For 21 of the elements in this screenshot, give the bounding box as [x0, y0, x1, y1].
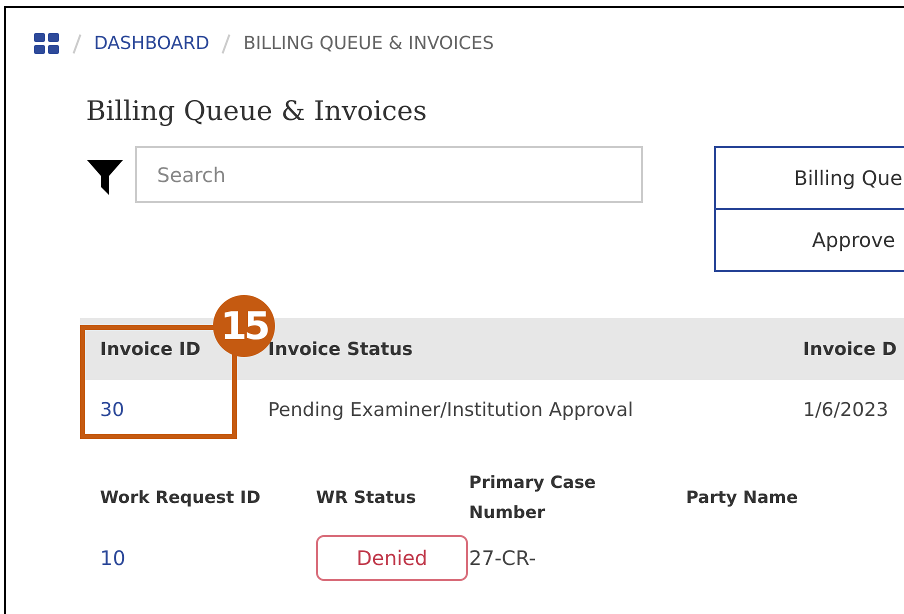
column-header: Invoice D: [803, 338, 897, 360]
column-header: Invoice Status: [268, 338, 413, 360]
column-header: WR Status: [316, 487, 417, 510]
column-header: Invoice ID: [100, 338, 201, 360]
column-header: Party Name: [686, 487, 799, 510]
table-cell: Pending Examiner/Institution Approval: [268, 398, 634, 421]
table-cell: 1/6/2023: [803, 398, 888, 421]
column-header: Primary Case Number: [469, 472, 597, 525]
search-field[interactable]: Search: [135, 146, 643, 203]
invoice-link[interactable]: 30: [100, 398, 124, 421]
status-badge: Denied: [316, 535, 468, 581]
view-button[interactable]: Billing Que: [714, 146, 904, 210]
breadcrumb-link[interactable]: DASHBOARD: [94, 30, 210, 57]
view-button[interactable]: Approve: [714, 208, 904, 272]
breadcrumb-current: BILLING QUEUE & INVOICES: [243, 32, 494, 56]
column-header: Work Request ID: [100, 487, 262, 510]
work-request-link[interactable]: 10: [100, 546, 126, 570]
grid-icon[interactable]: [34, 32, 60, 54]
table-cell: 27-CR-: [469, 546, 536, 570]
filter-icon[interactable]: [86, 158, 124, 196]
page-title: Billing Queue & Invoices: [86, 95, 427, 129]
